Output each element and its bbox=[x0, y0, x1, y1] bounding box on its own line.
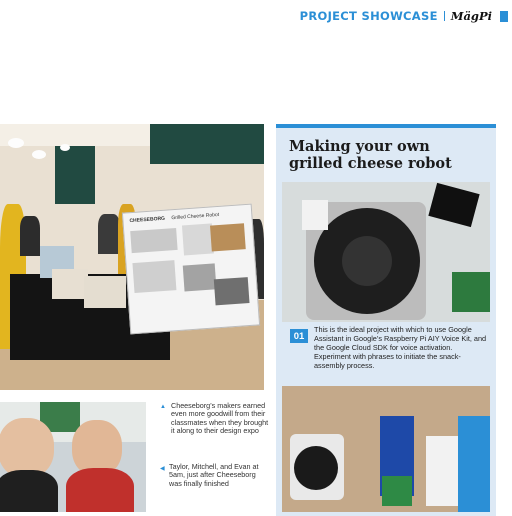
header-tab-marker bbox=[500, 10, 508, 22]
boxout-title: Making your own grilled cheese robot bbox=[289, 138, 489, 172]
team-portrait-photo bbox=[0, 402, 146, 512]
page-header: PROJECT SHOWCASE MägPi bbox=[300, 8, 508, 24]
section-title: PROJECT SHOWCASE bbox=[299, 9, 438, 23]
poster-heading: CHEESEBORG bbox=[129, 215, 166, 225]
caption-team: Taylor, Mitchell, and Evan at 5am, just … bbox=[169, 462, 259, 488]
circuit-photo bbox=[282, 386, 490, 512]
boxout-title-line2: grilled cheese robot bbox=[289, 155, 452, 172]
header-separator bbox=[443, 11, 445, 21]
caption-expo: Cheeseborg’s makers earned even more goo… bbox=[171, 401, 269, 436]
boxout-title-line1: Making your own bbox=[289, 138, 430, 155]
caption-up-arrow-icon: ▲ bbox=[160, 404, 166, 410]
expo-photo: CHEESEBORG Grilled Cheese Robot bbox=[0, 124, 264, 390]
speaker-photo bbox=[282, 182, 490, 322]
step-description: This is the ideal project with which to … bbox=[314, 325, 487, 370]
caption-left-arrow-icon: ◀ bbox=[160, 466, 165, 472]
poster-subheading: Grilled Cheese Robot bbox=[171, 211, 220, 222]
magazine-logo: MägPi bbox=[450, 9, 492, 23]
project-poster: CHEESEBORG Grilled Cheese Robot bbox=[121, 203, 261, 335]
step-number-badge: 01 bbox=[290, 329, 308, 343]
